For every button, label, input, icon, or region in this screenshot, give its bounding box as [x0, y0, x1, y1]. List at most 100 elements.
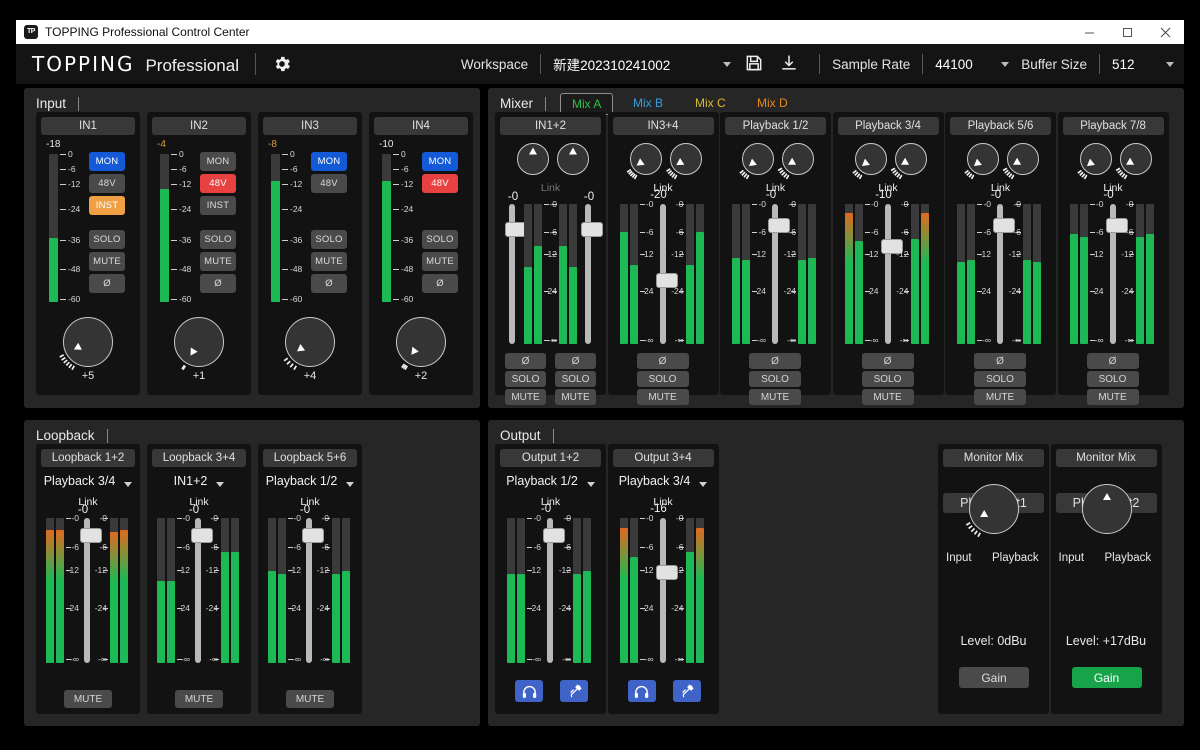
loopback-channel-name[interactable]: Loopback 3+4 — [152, 449, 246, 467]
mixer-pan-knob-left[interactable] — [1080, 143, 1112, 175]
mixer-solo-button[interactable]: SOLO — [749, 371, 801, 387]
mixer-phase-button[interactable]: Ø — [637, 353, 689, 369]
buffer-size-select[interactable]: 512 — [1112, 57, 1174, 72]
mixer-phase-button[interactable]: Ø — [749, 353, 801, 369]
loopback-channel-name[interactable]: Loopback 5+6 — [263, 449, 357, 467]
loopback-source-select[interactable]: Playback 1/2 — [258, 471, 362, 491]
input-phantom-button[interactable]: 48V — [311, 174, 347, 193]
loopback-source-select[interactable]: IN1+2 — [147, 471, 251, 491]
output-fader-track[interactable] — [660, 518, 666, 663]
output-source-select[interactable]: Playback 3/4 — [608, 471, 719, 491]
input-phantom-button[interactable]: 48V — [89, 174, 125, 193]
mixer-pan-knob-right[interactable] — [670, 143, 702, 175]
input-mon-button[interactable]: MON — [89, 152, 125, 171]
input-mon-button[interactable]: MON — [311, 152, 347, 171]
loopback-channel-name[interactable]: Loopback 1+2 — [41, 449, 135, 467]
mixer-pan-knob-left[interactable] — [742, 143, 774, 175]
input-phantom-button[interactable]: 48V — [200, 174, 236, 193]
mixer-pan-knob-right[interactable] — [1120, 143, 1152, 175]
input-channel-name[interactable]: IN1 — [41, 117, 135, 135]
mixer-mute-button[interactable]: MUTE — [505, 389, 546, 405]
input-inst-button[interactable]: INST — [89, 196, 125, 215]
mixer-fader-handle[interactable] — [581, 222, 603, 237]
mixer-channel-name[interactable]: IN1+2 — [500, 117, 601, 135]
mixer-mute-button[interactable]: MUTE — [1087, 389, 1139, 405]
mixer-channel-name[interactable]: Playback 3/4 — [838, 117, 939, 135]
mixer-phase-button[interactable]: Ø — [1087, 353, 1139, 369]
mixer-phase-button[interactable]: Ø — [862, 353, 914, 369]
mixer-pan-knob-right[interactable] — [895, 143, 927, 175]
minimize-icon[interactable] — [1070, 20, 1108, 44]
output-channel-name[interactable]: Output 3+4 — [613, 449, 714, 467]
input-mon-button[interactable]: MON — [200, 152, 236, 171]
mixer-channel-name[interactable]: IN3+4 — [613, 117, 714, 135]
mixer-phase-button[interactable]: Ø — [505, 353, 546, 369]
loopback-mute-button[interactable]: MUTE — [175, 690, 223, 708]
mixer-pan-knob-right[interactable] — [557, 143, 589, 175]
input-mute-button[interactable]: MUTE — [311, 252, 347, 271]
close-icon[interactable] — [1146, 20, 1184, 44]
input-gain-knob[interactable] — [285, 317, 335, 367]
input-mute-button[interactable]: MUTE — [200, 252, 236, 271]
mixer-tab-mix-b[interactable]: Mix B — [622, 93, 674, 113]
mixer-tab-mix-d[interactable]: Mix D — [746, 93, 799, 113]
input-solo-button[interactable]: SOLO — [311, 230, 347, 249]
input-gain-knob[interactable] — [63, 317, 113, 367]
loopback-source-select[interactable]: Playback 3/4 — [36, 471, 140, 491]
input-inst-button[interactable]: INST — [200, 196, 236, 215]
input-phase-button[interactable]: Ø — [311, 274, 347, 293]
save-icon[interactable] — [744, 53, 766, 75]
mixer-mute-button[interactable]: MUTE — [749, 389, 801, 405]
mixer-channel-name[interactable]: Playback 7/8 — [1063, 117, 1164, 135]
output-headphone-button[interactable] — [628, 680, 656, 702]
input-gain-knob[interactable] — [396, 317, 446, 367]
input-gain-knob[interactable] — [174, 317, 224, 367]
sample-rate-select[interactable]: 44100 — [935, 57, 1009, 72]
output-source-select[interactable]: Playback 1/2 — [495, 471, 606, 491]
phone-gain-button[interactable]: Gain — [959, 667, 1029, 688]
maximize-icon[interactable] — [1108, 20, 1146, 44]
input-solo-button[interactable]: SOLO — [200, 230, 236, 249]
monitor-mix-knob[interactable] — [969, 484, 1019, 534]
mixer-channel-name[interactable]: Playback 5/6 — [950, 117, 1051, 135]
phone-gain-button[interactable]: Gain — [1072, 667, 1142, 688]
mixer-mute-button[interactable]: MUTE — [862, 389, 914, 405]
workspace-select[interactable]: 新建202310241002 — [553, 54, 731, 74]
input-phase-button[interactable]: Ø — [200, 274, 236, 293]
input-mute-button[interactable]: MUTE — [422, 252, 458, 271]
mixer-pan-knob-right[interactable] — [1007, 143, 1039, 175]
mixer-channel-name[interactable]: Playback 1/2 — [725, 117, 826, 135]
mixer-pan-knob-right[interactable] — [782, 143, 814, 175]
output-channel-name[interactable]: Output 1+2 — [500, 449, 601, 467]
mixer-pan-knob-left[interactable] — [630, 143, 662, 175]
input-mon-button[interactable]: MON — [422, 152, 458, 171]
input-channel-name[interactable]: IN2 — [152, 117, 246, 135]
input-phase-button[interactable]: Ø — [422, 274, 458, 293]
input-phase-button[interactable]: Ø — [89, 274, 125, 293]
mixer-solo-button[interactable]: SOLO — [555, 371, 596, 387]
mixer-mute-button[interactable]: MUTE — [974, 389, 1026, 405]
input-channel-name[interactable]: IN3 — [263, 117, 357, 135]
mixer-pan-knob-left[interactable] — [855, 143, 887, 175]
input-solo-button[interactable]: SOLO — [422, 230, 458, 249]
mixer-solo-button[interactable]: SOLO — [1087, 371, 1139, 387]
mixer-tab-mix-c[interactable]: Mix C — [684, 93, 737, 113]
input-channel-name[interactable]: IN4 — [374, 117, 468, 135]
input-solo-button[interactable]: SOLO — [89, 230, 125, 249]
mixer-solo-button[interactable]: SOLO — [862, 371, 914, 387]
mixer-mute-button[interactable]: MUTE — [637, 389, 689, 405]
loopback-mute-button[interactable]: MUTE — [64, 690, 112, 708]
gear-icon[interactable] — [272, 54, 292, 74]
mixer-phase-button[interactable]: Ø — [974, 353, 1026, 369]
output-line-button[interactable] — [560, 680, 588, 702]
input-phantom-button[interactable]: 48V — [422, 174, 458, 193]
mixer-solo-button[interactable]: SOLO — [637, 371, 689, 387]
monitor-mix-knob[interactable] — [1082, 484, 1132, 534]
mixer-pan-knob-left[interactable] — [517, 143, 549, 175]
mixer-mute-button[interactable]: MUTE — [555, 389, 596, 405]
input-mute-button[interactable]: MUTE — [89, 252, 125, 271]
mixer-pan-knob-left[interactable] — [967, 143, 999, 175]
output-line-button[interactable] — [673, 680, 701, 702]
mixer-solo-button[interactable]: SOLO — [505, 371, 546, 387]
mixer-solo-button[interactable]: SOLO — [974, 371, 1026, 387]
